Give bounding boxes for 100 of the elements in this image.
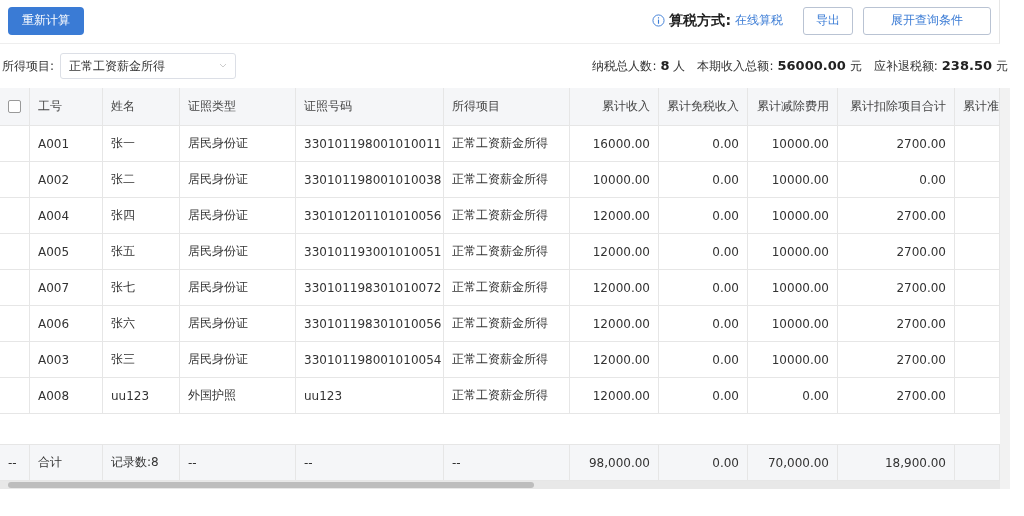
tax-due-value: 238.50 [941,57,992,73]
total-cell: 70,000.00 [748,445,838,481]
table-cell: A005 [30,234,103,270]
table-cell: 330101198001010054 [296,342,444,378]
table-cell: 居民身份证 [180,126,296,162]
table-cell [955,162,1000,198]
tax-due-unit: 元 [996,57,1008,75]
taxpayer-count-label: 纳税总人数: [592,57,657,75]
chevron-icon [219,63,228,69]
table-cell [955,342,1000,378]
total-cell: 98,000.00 [570,445,659,481]
table-cell: A003 [30,342,103,378]
table-cell: 张四 [103,198,180,234]
table-cell: 居民身份证 [180,342,296,378]
table-cell: 10000.00 [748,126,838,162]
table-cell: 0.00 [659,342,748,378]
table-cell: 0.00 [659,270,748,306]
table-cell [0,342,30,378]
table-cell: 16000.00 [570,126,659,162]
table-cell: 张五 [103,234,180,270]
table-cell: 12000.00 [570,306,659,342]
table-cell: 330101198301010056 [296,306,444,342]
table-cell: 张三 [103,342,180,378]
table-cell: 正常工资薪金所得 [444,162,570,198]
table-cell: 330101201101010056 [296,198,444,234]
table-cell [0,162,30,198]
table-cell: 0.00 [659,198,748,234]
table-cell: 2700.00 [838,198,955,234]
table-cell: 0.00 [659,126,748,162]
table-cell: A006 [30,306,103,342]
table-cell: 12000.00 [570,270,659,306]
table-cell: 正常工资薪金所得 [444,126,570,162]
table-cell: 居民身份证 [180,162,296,198]
table-cell: 10000.00 [748,198,838,234]
table-cell: 正常工资薪金所得 [444,342,570,378]
total-cell: -- [180,445,296,481]
table-cell [0,270,30,306]
table-cell: 2700.00 [838,270,955,306]
table-cell [0,234,30,270]
table-cell: 2700.00 [838,342,955,378]
table-cell: 0.00 [659,162,748,198]
total-income-unit: 元 [849,57,862,75]
table-cell: 10000.00 [570,162,659,198]
table-cell: 12000.00 [570,234,659,270]
table-cell: A007 [30,270,103,306]
recalculate-button[interactable]: 重新计算 [8,6,84,35]
table-cell: 0.00 [659,306,748,342]
column-header: 累计准 [955,88,1000,126]
horizontal-scrollbar[interactable] [0,481,1000,489]
table-cell: 330101193001010051 [296,234,444,270]
column-header: 所得项目 [444,88,570,126]
table-cell: A001 [30,126,103,162]
table-cell: 330101198301010072 [296,270,444,306]
total-cell: -- [296,445,444,481]
total-cell: 18,900.00 [838,445,955,481]
table-cell: 10000.00 [748,342,838,378]
tax-due-label: 应补退税额: [873,57,938,75]
table-cell: 10000.00 [748,270,838,306]
income-item-dropdown[interactable]: 正常工资薪金所得 [60,53,237,79]
taxpayer-count-value: 8 [660,57,670,73]
total-cell: -- [0,445,30,481]
table-cell: 张七 [103,270,180,306]
export-button[interactable]: 导出 [803,6,853,35]
table-cell: 12000.00 [570,342,659,378]
filter-label: 所得项目: [2,57,55,75]
table-cell: 居民身份证 [180,198,296,234]
column-header: 累计减除费用 [748,88,838,126]
total-cell: 合计 [30,445,103,481]
table-cell: A004 [30,198,103,234]
table-cell: 2700.00 [838,306,955,342]
table-cell: 10000.00 [748,306,838,342]
table-cell: 居民身份证 [180,270,296,306]
table-cell: 张二 [103,162,180,198]
total-cell: -- [444,445,570,481]
tax-method-value: 在线算税 [735,12,783,29]
table-cell: 12000.00 [570,198,659,234]
tax-method-label: 算税方式: [669,11,731,30]
table-cell [955,126,1000,162]
total-cell: 0.00 [659,445,748,481]
expand-filters-button[interactable]: 展开查询条件 [863,6,991,35]
select-all-checkbox[interactable] [8,100,21,113]
table-cell [955,198,1000,234]
total-income-label: 本期收入总额: [697,57,774,75]
info-icon [652,14,666,27]
total-cell [955,445,1000,481]
column-header: 累计扣除项目合计 [838,88,955,126]
table-cell: 张一 [103,126,180,162]
table-cell: 正常工资薪金所得 [444,306,570,342]
table-cell: 2700.00 [838,126,955,162]
table-cell: 正常工资薪金所得 [444,198,570,234]
table-cell [0,198,30,234]
table-cell: 0.00 [659,234,748,270]
column-header: 累计收入 [570,88,659,126]
column-header: 姓名 [103,88,180,126]
column-header: 累计免税收入 [659,88,748,126]
table-cell [0,306,30,342]
total-income-value: 56000.00 [777,57,846,73]
taxpayer-count-unit: 人 [673,57,686,75]
table-cell: 10000.00 [748,162,838,198]
table-cell: 张六 [103,306,180,342]
